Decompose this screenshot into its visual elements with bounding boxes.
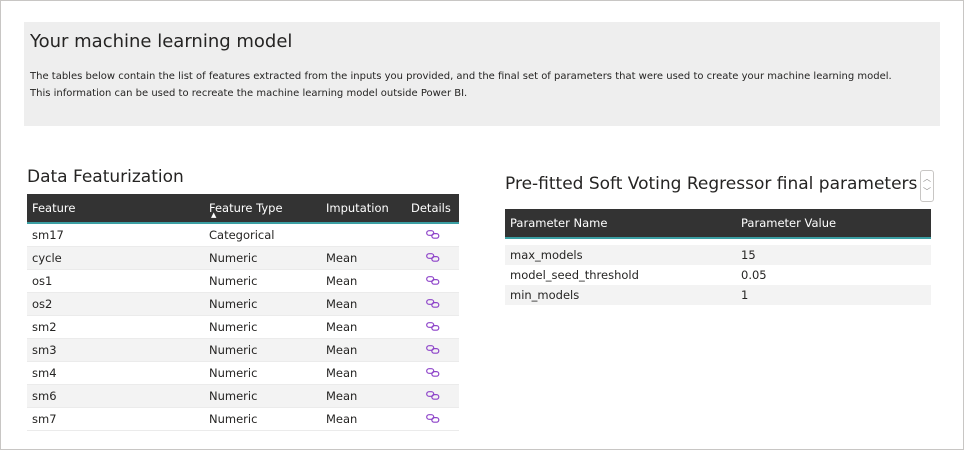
details-cell	[406, 292, 459, 316]
column-header-details[interactable]: Details	[406, 194, 459, 224]
feature-type-cell: Numeric	[204, 246, 321, 270]
imputation-cell: Mean	[321, 315, 406, 339]
details-cell	[406, 384, 459, 408]
table-row: os2 Numeric Mean	[27, 292, 459, 316]
imputation-cell: Mean	[321, 384, 406, 408]
table-row: sm6 Numeric Mean	[27, 384, 459, 408]
column-header-feature[interactable]: Feature	[27, 194, 204, 224]
details-cell	[406, 361, 459, 385]
table-row: sm7 Numeric Mean	[27, 407, 459, 431]
title-scroll-control[interactable]: ︿ ﹀	[920, 170, 934, 202]
table-row: model_seed_threshold 0.05	[505, 265, 931, 285]
column-header-parameter-value[interactable]: Parameter Value	[736, 209, 931, 239]
banner-description: The tables below contain the list of fea…	[30, 71, 892, 99]
table-row: cycle Numeric Mean	[27, 246, 459, 270]
imputation-cell: Mean	[321, 361, 406, 385]
feature-type-cell: Numeric	[204, 407, 321, 431]
details-cell	[406, 269, 459, 293]
link-icon[interactable]	[425, 366, 440, 377]
feature-type-cell: Numeric	[204, 361, 321, 385]
details-cell	[406, 407, 459, 431]
feature-cell: os1	[27, 269, 204, 293]
sort-ascending-icon: ▲	[211, 211, 217, 219]
link-icon[interactable]	[425, 343, 440, 354]
details-cell	[406, 223, 459, 247]
imputation-cell: Mean	[321, 292, 406, 316]
feature-cell: sm7	[27, 407, 204, 431]
table-row: min_models 1	[505, 285, 931, 305]
feature-type-cell: Numeric	[204, 384, 321, 408]
link-icon[interactable]	[425, 297, 440, 308]
table-row: sm17 Categorical	[27, 223, 459, 247]
parameter-name-cell: min_models	[505, 285, 736, 305]
parameters-table: Parameter Name Parameter Value max_model…	[505, 209, 931, 305]
feature-cell: cycle	[27, 246, 204, 270]
feature-type-cell: Numeric	[204, 292, 321, 316]
banner-title: Your machine learning model	[30, 31, 293, 52]
featurization-header-row: Feature Feature Type ▲ Imputation Details	[27, 194, 459, 224]
parameter-name-cell: max_models	[505, 245, 736, 265]
parameter-name-cell: model_seed_threshold	[510, 268, 639, 282]
chevron-up-icon[interactable]: ︿	[922, 174, 932, 184]
parameters-header-row: Parameter Name Parameter Value	[505, 209, 931, 239]
link-icon[interactable]	[425, 320, 440, 331]
feature-cell: sm6	[27, 384, 204, 408]
details-cell	[406, 315, 459, 339]
featurization-title: Data Featurization	[27, 167, 184, 187]
parameter-value-cell: 0.05	[741, 268, 767, 282]
parameter-value-cell: 15	[736, 245, 931, 265]
table-row: sm4 Numeric Mean	[27, 361, 459, 385]
column-header-imputation[interactable]: Imputation	[321, 194, 406, 224]
feature-type-cell: Numeric	[204, 269, 321, 293]
link-icon[interactable]	[425, 389, 440, 400]
table-row: sm2 Numeric Mean	[27, 315, 459, 339]
parameter-value-cell: 1	[736, 285, 931, 305]
parameters-title: Pre-fitted Soft Voting Regressor final p…	[505, 174, 918, 194]
feature-cell: sm3	[27, 338, 204, 362]
table-row: sm3 Numeric Mean	[27, 338, 459, 362]
imputation-cell	[321, 223, 406, 247]
imputation-cell: Mean	[321, 269, 406, 293]
link-icon[interactable]	[425, 274, 440, 285]
imputation-cell: Mean	[321, 407, 406, 431]
column-header-parameter-name[interactable]: Parameter Name	[505, 209, 736, 239]
details-cell	[406, 338, 459, 362]
link-icon[interactable]	[425, 412, 440, 423]
link-icon[interactable]	[425, 228, 440, 239]
table-row: max_models 15	[505, 245, 931, 265]
table-row: os1 Numeric Mean	[27, 269, 459, 293]
model-summary-banner: Your machine learning model The tables b…	[24, 22, 940, 126]
feature-type-cell: Numeric	[204, 338, 321, 362]
link-icon[interactable]	[425, 251, 440, 262]
feature-cell: sm17	[27, 223, 204, 247]
details-cell	[406, 246, 459, 270]
feature-cell: sm4	[27, 361, 204, 385]
feature-cell: sm2	[27, 315, 204, 339]
imputation-cell: Mean	[321, 338, 406, 362]
feature-type-cell: Categorical	[204, 223, 321, 247]
column-header-feature-type[interactable]: Feature Type ▲	[204, 194, 321, 224]
feature-type-cell: Numeric	[204, 315, 321, 339]
imputation-cell: Mean	[321, 246, 406, 270]
chevron-down-icon[interactable]: ﹀	[922, 187, 932, 197]
feature-cell: os2	[27, 292, 204, 316]
featurization-table: Feature Feature Type ▲ Imputation Details…	[27, 194, 459, 431]
